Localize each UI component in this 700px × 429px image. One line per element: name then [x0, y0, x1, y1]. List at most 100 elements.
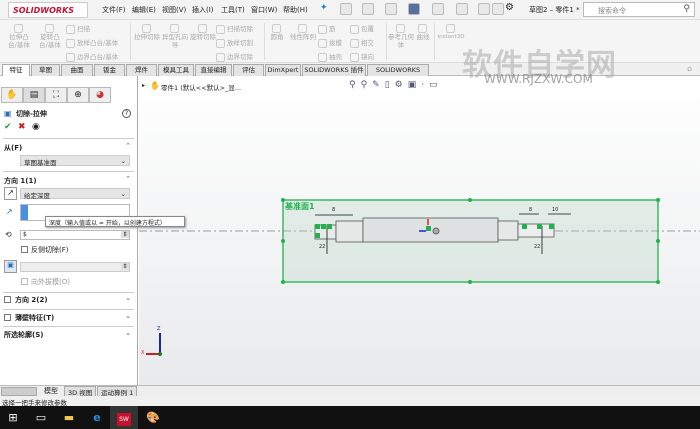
loft-button[interactable]: 放样凸台/基体: [66, 37, 118, 48]
new-icon[interactable]: [340, 3, 352, 15]
chevron-down-icon[interactable]: ⌄: [125, 294, 131, 302]
rebuild-icon[interactable]: [478, 3, 490, 15]
tab-surfaces[interactable]: 曲面: [61, 64, 93, 76]
tab-sheet-metal[interactable]: 钣金: [94, 64, 125, 76]
preview-eye-icon[interactable]: ◉: [32, 122, 40, 132]
selected-contours-label: 所选轮廓(S): [4, 331, 44, 339]
tab-solidworks-addins[interactable]: SOLIDWORKS 插件: [302, 64, 366, 76]
hole-wizard-button[interactable]: 异型孔向导: [162, 24, 188, 49]
lofted-cut-button[interactable]: 放样切割: [216, 37, 253, 48]
paint-app-icon[interactable]: 🎨: [140, 406, 166, 429]
graphics-viewport[interactable]: ▸ ✋ 零件1 (默认<<默认>_显... ⚲⚲✎▯⚙▣·▭ 基准面1 8 8 …: [139, 76, 700, 385]
options-gear-icon[interactable]: ⚙: [505, 2, 514, 13]
menu-view[interactable]: 视图(V): [162, 5, 186, 15]
tab-evaluate[interactable]: 评估: [233, 64, 264, 76]
direction2-checkbox[interactable]: [4, 296, 11, 303]
dimension-label[interactable]: 22: [534, 244, 540, 250]
draft-outward-checkbox[interactable]: [21, 278, 28, 285]
collapse-icon[interactable]: ▫: [687, 65, 692, 73]
open-icon[interactable]: [362, 3, 374, 15]
property-manager-tab[interactable]: ▤: [23, 87, 45, 103]
search-icon[interactable]: ⚲: [683, 4, 690, 14]
chevron-down-icon[interactable]: ⌄: [125, 329, 131, 337]
curves-button[interactable]: 曲线: [414, 24, 432, 41]
cancel-x-icon[interactable]: ✖: [18, 122, 26, 132]
tab-scroll-arrows[interactable]: [1, 387, 37, 396]
menu-window[interactable]: 窗口(W): [251, 5, 277, 15]
wrap-button[interactable]: 包覆: [350, 23, 374, 34]
end-condition-select[interactable]: 给定深度 ⌄: [20, 188, 130, 200]
thin-feature-checkbox[interactable]: [4, 314, 11, 321]
draft-button[interactable]: 拔模: [318, 37, 342, 48]
fillet-button[interactable]: 圆角: [266, 24, 288, 41]
panel-title: 切除-拉伸: [16, 110, 47, 118]
tab-dimxpert[interactable]: DimXpert: [265, 64, 301, 76]
triad-x-label: X: [141, 350, 145, 356]
menu-help[interactable]: 帮助(H): [283, 5, 308, 15]
dimension-label[interactable]: 10: [552, 207, 558, 213]
menu-edit[interactable]: 编辑(E): [132, 5, 156, 15]
ok-check-icon[interactable]: ✔: [4, 122, 12, 132]
from-select[interactable]: 草图基准面 ⌄: [20, 155, 130, 167]
revolve-boss-button[interactable]: 旋转凸台/基体: [36, 24, 64, 49]
dimension-label[interactable]: 8: [332, 207, 335, 213]
menu-file[interactable]: 文件(F): [102, 5, 126, 15]
tab-features[interactable]: 特征: [2, 64, 30, 76]
extrude-cut-button[interactable]: 拉伸切除: [134, 24, 160, 41]
tab-sketch[interactable]: 草图: [31, 64, 60, 76]
sweep-button[interactable]: 扫描: [66, 23, 90, 34]
select-icon[interactable]: [456, 3, 468, 15]
menu-tools[interactable]: 工具(T): [221, 5, 245, 15]
rib-button[interactable]: 筋: [318, 23, 336, 34]
dimxpert-manager-tab[interactable]: ⊕: [67, 87, 89, 103]
plane-label[interactable]: 基准面1: [285, 201, 315, 212]
chevron-down-icon[interactable]: ⌄: [125, 312, 131, 320]
search-commands-input[interactable]: 搜索命令 ⚲: [583, 2, 695, 17]
edge-browser-icon[interactable]: e: [84, 406, 110, 429]
solidworks-taskbar-icon[interactable]: SW: [110, 406, 138, 429]
thin-feature-label: 薄壁特征(T): [15, 314, 55, 322]
boundary-cut-button[interactable]: 边界切除: [216, 51, 253, 62]
flip-side-checkbox[interactable]: [21, 246, 28, 253]
reverse-direction-icon[interactable]: ↗: [4, 187, 17, 200]
document-title: 草图2 – 零件1 *: [529, 6, 580, 14]
extrude-boss-button[interactable]: 拉伸凸台/基体: [5, 24, 33, 49]
undo-icon[interactable]: [432, 3, 444, 15]
feature-manager-tab[interactable]: ✋: [1, 87, 23, 103]
boundary-boss-button[interactable]: 边界凸台/基体: [66, 51, 118, 62]
pin-icon[interactable]: ✦: [320, 3, 328, 13]
direction1-section-label: 方向 1(1): [4, 177, 37, 185]
linear-pattern-button[interactable]: 线性阵列: [290, 24, 316, 41]
tab-model[interactable]: 模型: [44, 386, 58, 396]
draft-angle-input[interactable]: $ ⇕: [20, 230, 130, 240]
draft-select[interactable]: ⇕: [20, 262, 130, 272]
tab-weldments[interactable]: 焊件: [126, 64, 157, 76]
print-icon[interactable]: [408, 3, 420, 15]
swept-cut-button[interactable]: 扫描切除: [216, 23, 253, 34]
tab-solidworks-mbd[interactable]: SOLIDWORKS MBD: [367, 64, 429, 85]
triad-z-label: Z: [157, 326, 161, 332]
chevron-up-icon[interactable]: ⌃: [125, 142, 131, 150]
dimension-label[interactable]: 8: [529, 207, 532, 213]
task-view-icon[interactable]: ▭: [28, 406, 54, 429]
revolve-cut-button[interactable]: 旋转切除: [190, 24, 216, 41]
file-explorer-icon[interactable]: ▬: [56, 406, 82, 429]
dimension-label[interactable]: 22: [319, 244, 325, 250]
draft-icon: ⟲: [5, 230, 12, 239]
mirror-button[interactable]: 镜向: [350, 51, 374, 62]
help-icon[interactable]: ?: [122, 109, 131, 118]
tab-direct-editing[interactable]: 直接编辑: [195, 64, 232, 76]
menu-insert[interactable]: 插入(I): [192, 5, 214, 15]
intersect-button[interactable]: 相交: [350, 37, 374, 48]
reference-geometry-button[interactable]: 参考几何体: [388, 24, 414, 49]
instant3d-button[interactable]: Instant3D: [436, 24, 466, 41]
solid-body-icon[interactable]: ▣: [4, 260, 17, 273]
tab-mold-tools[interactable]: 模具工具: [158, 64, 194, 76]
save-icon[interactable]: [385, 3, 397, 15]
configuration-manager-tab[interactable]: ⛶: [45, 87, 67, 103]
display-manager-tab[interactable]: ◕: [89, 87, 111, 103]
windows-start-icon[interactable]: ⊞: [0, 406, 26, 429]
shell-button[interactable]: 抽壳: [318, 51, 342, 62]
chevron-up-icon[interactable]: ⌃: [125, 175, 131, 183]
file-properties-icon[interactable]: [492, 3, 504, 15]
